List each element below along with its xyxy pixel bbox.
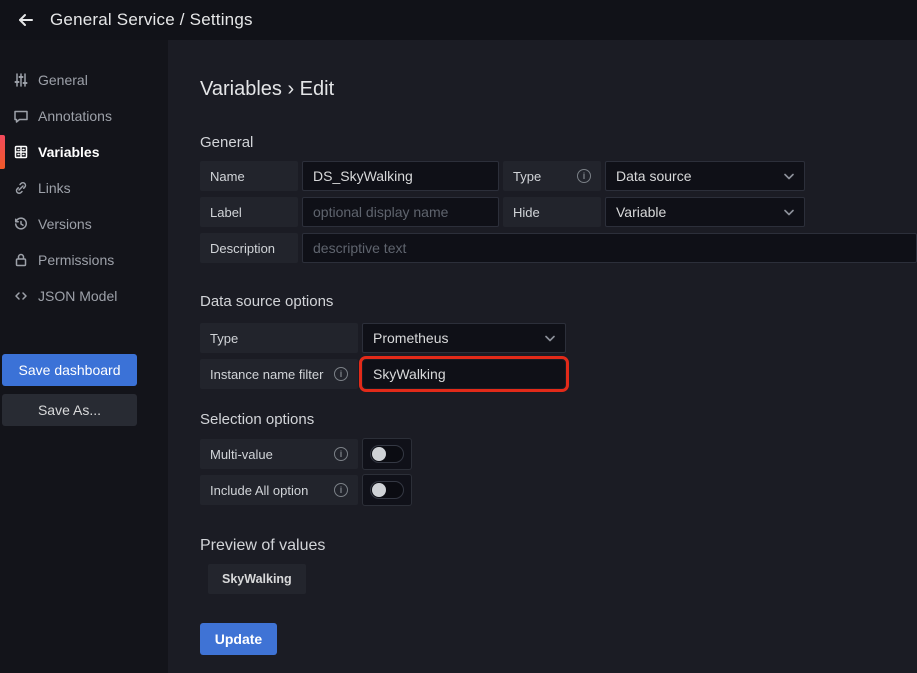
description-input[interactable] [302, 233, 917, 263]
label-label: Label [200, 197, 298, 227]
comment-icon [13, 108, 29, 124]
link-icon [13, 180, 29, 196]
general-section-heading: General [200, 134, 917, 152]
name-label: Name [200, 161, 298, 191]
toggle-knob [372, 447, 386, 461]
sidebar-item-label: Versions [38, 216, 92, 232]
description-row: Description [200, 233, 917, 263]
sliders-icon [13, 72, 29, 88]
history-icon [13, 216, 29, 232]
include-all-toggle[interactable] [362, 474, 412, 506]
info-circle-icon [334, 447, 348, 461]
chevron-down-icon [784, 173, 794, 180]
sidebar-item-label: Links [38, 180, 71, 196]
sidebar-item-general[interactable]: General [0, 62, 168, 98]
datasource-options-heading: Data source options [200, 293, 917, 311]
selection-options-heading: Selection options [200, 411, 917, 429]
save-as-button[interactable]: Save As... [2, 394, 137, 426]
lock-icon [13, 252, 29, 268]
description-label: Description [200, 233, 298, 263]
toggle-switch-off [370, 481, 404, 499]
info-circle-icon [334, 483, 348, 497]
hide-select[interactable]: Variable [605, 197, 805, 227]
datasource-type-select[interactable]: Prometheus [362, 323, 566, 353]
sidebar-actions: Save dashboard Save As... [0, 354, 168, 426]
sidebar-item-label: General [38, 72, 88, 88]
type-label: Type [503, 161, 601, 191]
instance-filter-row: Instance name filter [200, 359, 917, 389]
toggle-knob [372, 483, 386, 497]
toggle-switch-off [370, 445, 404, 463]
include-all-row: Include All option [200, 474, 917, 506]
update-button[interactable]: Update [200, 623, 277, 655]
chevron-down-icon [784, 209, 794, 216]
instance-filter-input[interactable] [362, 359, 566, 389]
instance-filter-label: Instance name filter [200, 359, 358, 389]
sidebar-item-json-model[interactable]: JSON Model [0, 278, 168, 314]
grid-icon [13, 144, 29, 160]
preview-heading: Preview of values [200, 536, 917, 556]
label-hide-row: Label Hide Variable [200, 197, 917, 227]
sidebar-item-links[interactable]: Links [0, 170, 168, 206]
breadcrumb: Variables › Edit [200, 78, 917, 101]
arrow-left-icon [16, 10, 36, 30]
preview-value-chip: SkyWalking [208, 564, 306, 594]
multi-value-toggle[interactable] [362, 438, 412, 470]
sidebar-item-label: Variables [38, 144, 100, 160]
name-type-row: Name Type Data source [200, 161, 917, 191]
multi-value-row: Multi-value [200, 438, 917, 470]
info-circle-icon [334, 367, 348, 381]
code-icon [13, 288, 29, 304]
name-input[interactable] [302, 161, 499, 191]
label-input[interactable] [302, 197, 499, 227]
variables-edit-panel: Variables › Edit General Name Type Data … [168, 40, 917, 673]
page-header-title: General Service / Settings [50, 10, 253, 30]
datasource-type-label: Type [200, 323, 358, 353]
include-all-label: Include All option [200, 475, 358, 505]
sidebar-item-label: Annotations [38, 108, 112, 124]
settings-sidebar: General Annotations Variables Links Vers… [0, 40, 168, 673]
sidebar-item-permissions[interactable]: Permissions [0, 242, 168, 278]
sidebar-item-variables[interactable]: Variables [0, 134, 168, 170]
save-dashboard-button[interactable]: Save dashboard [2, 354, 137, 386]
top-header: General Service / Settings [0, 0, 917, 40]
type-select[interactable]: Data source [605, 161, 805, 191]
chevron-down-icon [545, 335, 555, 342]
info-circle-icon [577, 169, 591, 183]
datasource-type-row: Type Prometheus [200, 323, 917, 353]
sidebar-item-annotations[interactable]: Annotations [0, 98, 168, 134]
preview-values: SkyWalking [208, 564, 917, 594]
sidebar-item-label: Permissions [38, 252, 114, 268]
back-button[interactable] [10, 4, 42, 36]
sidebar-item-versions[interactable]: Versions [0, 206, 168, 242]
hide-label: Hide [503, 197, 601, 227]
multi-value-label: Multi-value [200, 439, 358, 469]
sidebar-item-label: JSON Model [38, 288, 117, 304]
